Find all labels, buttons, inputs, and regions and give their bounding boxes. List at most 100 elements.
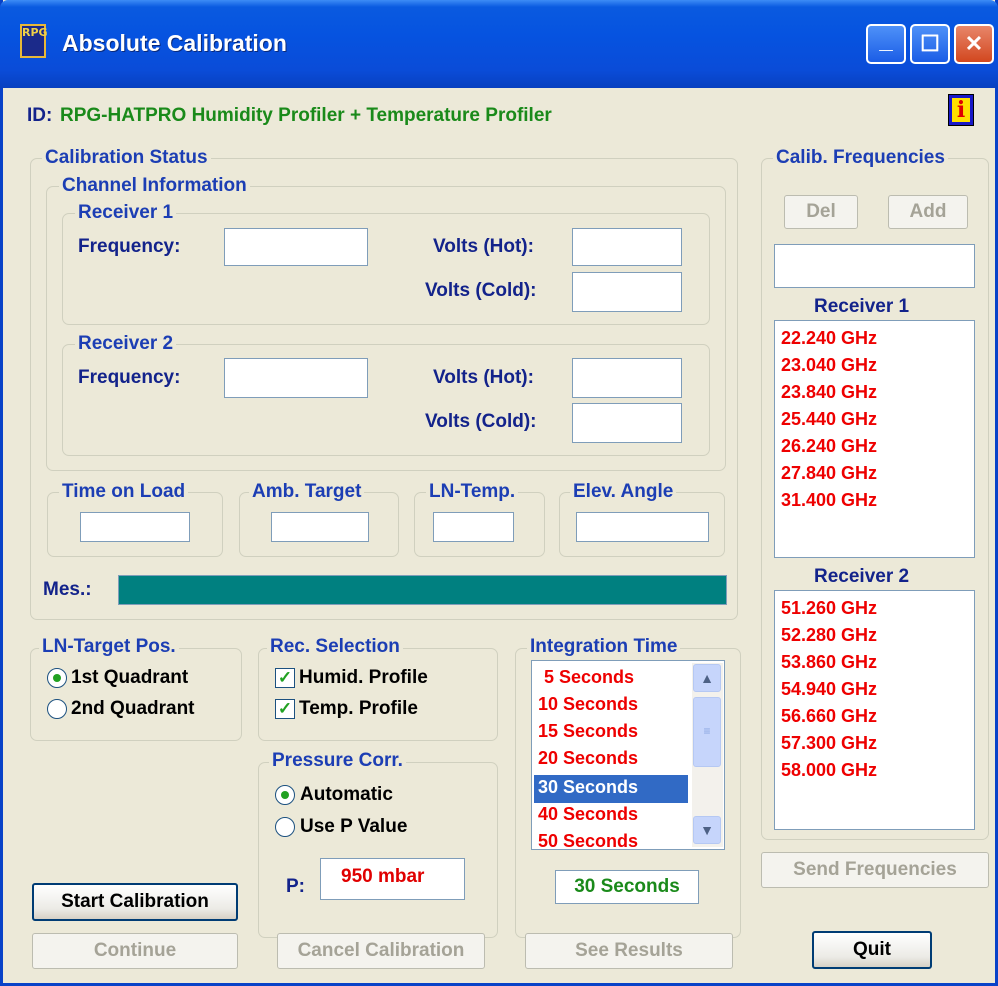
checkbox-temp-profile[interactable]: ✓ bbox=[275, 699, 295, 719]
receiver2-title: Receiver 2 bbox=[75, 333, 177, 355]
frequency-item[interactable]: 51.260 GHz bbox=[781, 598, 877, 619]
checkbox-humid-profile[interactable]: ✓ bbox=[275, 668, 295, 688]
frequency-item[interactable]: 58.000 GHz bbox=[781, 760, 877, 781]
minimize-icon: _ bbox=[879, 27, 893, 54]
channel-information-title: Channel Information bbox=[59, 175, 250, 197]
minimize-button[interactable]: _ bbox=[866, 24, 906, 64]
absolute-calibration-window: RPG Absolute Calibration _ ☐ ✕ ID: RPG-H… bbox=[0, 0, 998, 986]
rec-selection-title: Rec. Selection bbox=[267, 636, 403, 658]
mes-progress-bar bbox=[118, 575, 727, 605]
receiver2-volts-cold-field[interactable] bbox=[572, 403, 682, 443]
radio-automatic[interactable] bbox=[275, 785, 295, 805]
frequency-item[interactable]: 27.840 GHz bbox=[781, 463, 877, 484]
integration-time-list[interactable]: 5 Seconds 10 Seconds 15 Seconds 20 Secon… bbox=[531, 660, 725, 850]
integration-item[interactable]: 10 Seconds bbox=[538, 694, 638, 715]
elev-angle-title: Elev. Angle bbox=[570, 481, 677, 503]
frequency-item[interactable]: 52.280 GHz bbox=[781, 625, 877, 646]
ln-target-pos-title: LN-Target Pos. bbox=[39, 636, 179, 658]
receiver1-title: Receiver 1 bbox=[75, 202, 177, 224]
radio-use-p-value-label[interactable]: Use P Value bbox=[300, 816, 407, 838]
receiver2-frequency-list[interactable]: 51.260 GHz 52.280 GHz 53.860 GHz 54.940 … bbox=[774, 590, 975, 830]
integration-item[interactable]: 40 Seconds bbox=[538, 804, 638, 825]
scroll-thumb[interactable]: ≡ bbox=[693, 697, 721, 767]
ln-temp-title: LN-Temp. bbox=[426, 481, 519, 503]
grip-icon: ≡ bbox=[703, 724, 711, 738]
p-value-field[interactable]: 950 mbar bbox=[320, 858, 465, 900]
receiver1-volts-hot-field[interactable] bbox=[572, 228, 682, 266]
frequency-item[interactable]: 53.860 GHz bbox=[781, 652, 877, 673]
integration-time-title: Integration Time bbox=[527, 636, 681, 658]
radio-1st-quadrant-label[interactable]: 1st Quadrant bbox=[71, 667, 188, 689]
add-button[interactable]: Add bbox=[888, 195, 968, 229]
frequency-item[interactable]: 54.940 GHz bbox=[781, 679, 877, 700]
integration-item-selected-label[interactable]: 30 Seconds bbox=[538, 777, 638, 798]
receiver2-volts-cold-label: Volts (Cold): bbox=[425, 411, 537, 432]
receiver2-volts-hot-label: Volts (Hot): bbox=[433, 367, 534, 388]
amb-target-title: Amb. Target bbox=[249, 481, 365, 503]
frequency-item[interactable]: 57.300 GHz bbox=[781, 733, 877, 754]
send-frequencies-button[interactable]: Send Frequencies bbox=[761, 852, 989, 888]
close-button[interactable]: ✕ bbox=[954, 24, 994, 64]
integration-scrollbar[interactable]: ▲ ≡ ▼ bbox=[692, 663, 723, 847]
scroll-up-button[interactable]: ▲ bbox=[693, 664, 721, 692]
receiver1-volts-cold-field[interactable] bbox=[572, 272, 682, 312]
frequency-item[interactable]: 23.840 GHz bbox=[781, 382, 877, 403]
pressure-corr-title: Pressure Corr. bbox=[269, 750, 406, 772]
frequency-item[interactable]: 56.660 GHz bbox=[781, 706, 877, 727]
cancel-calibration-button[interactable]: Cancel Calibration bbox=[277, 933, 485, 969]
time-on-load-title: Time on Load bbox=[59, 481, 189, 503]
frequency-item[interactable]: 25.440 GHz bbox=[781, 409, 877, 430]
del-button[interactable]: Del bbox=[784, 195, 858, 229]
elev-angle-field[interactable] bbox=[576, 512, 709, 542]
rpg-app-icon: RPG bbox=[20, 24, 48, 58]
ln-target-pos-group bbox=[30, 648, 242, 741]
radio-2nd-quadrant[interactable] bbox=[47, 699, 67, 719]
radio-1st-quadrant[interactable] bbox=[47, 668, 67, 688]
integration-item[interactable]: 5 Seconds bbox=[544, 667, 634, 688]
radio-selected-dot bbox=[281, 791, 289, 799]
time-on-load-field[interactable] bbox=[80, 512, 190, 542]
amb-target-field[interactable] bbox=[271, 512, 369, 542]
maximize-button[interactable]: ☐ bbox=[910, 24, 950, 64]
receiver1-frequency-label: Frequency: bbox=[78, 236, 181, 257]
mes-label: Mes.: bbox=[43, 579, 92, 600]
frequency-item[interactable]: 26.240 GHz bbox=[781, 436, 877, 457]
continue-button[interactable]: Continue bbox=[32, 933, 238, 969]
frequency-item[interactable]: 23.040 GHz bbox=[781, 355, 877, 376]
receiver1-frequency-list[interactable]: 22.240 GHz 23.040 GHz 23.840 GHz 25.440 … bbox=[774, 320, 975, 558]
integration-item[interactable]: 50 Seconds bbox=[538, 831, 638, 849]
info-button[interactable]: i bbox=[948, 94, 974, 126]
receiver1-volts-hot-label: Volts (Hot): bbox=[433, 236, 534, 257]
close-icon: ✕ bbox=[964, 31, 984, 56]
radio-2nd-quadrant-label[interactable]: 2nd Quadrant bbox=[71, 698, 195, 720]
maximize-icon: ☐ bbox=[920, 31, 940, 56]
info-icon: i bbox=[952, 98, 970, 122]
quit-button[interactable]: Quit bbox=[812, 931, 932, 969]
see-results-button[interactable]: See Results bbox=[525, 933, 733, 969]
integration-item[interactable]: 20 Seconds bbox=[538, 748, 638, 769]
chevron-up-icon: ▲ bbox=[700, 670, 714, 686]
scroll-down-button[interactable]: ▼ bbox=[693, 816, 721, 844]
checkbox-humid-profile-label[interactable]: Humid. Profile bbox=[299, 667, 428, 689]
radio-use-p-value[interactable] bbox=[275, 817, 295, 837]
title-bar[interactable]: RPG Absolute Calibration _ ☐ ✕ bbox=[0, 0, 998, 88]
receiver2-list-label: Receiver 2 bbox=[814, 566, 910, 587]
p-label: P: bbox=[286, 876, 305, 897]
receiver2-frequency-field[interactable] bbox=[224, 358, 368, 398]
id-label: ID: bbox=[27, 105, 53, 126]
frequency-item[interactable]: 22.240 GHz bbox=[781, 328, 877, 349]
integration-item[interactable]: 15 Seconds bbox=[538, 721, 638, 742]
ln-temp-field[interactable] bbox=[433, 512, 514, 542]
frequency-item[interactable]: 31.400 GHz bbox=[781, 490, 877, 511]
rec-selection-group bbox=[258, 648, 498, 741]
receiver1-frequency-field[interactable] bbox=[224, 228, 368, 266]
calibration-status-title: Calibration Status bbox=[42, 147, 211, 169]
checkmark-icon: ✓ bbox=[277, 668, 293, 687]
radio-automatic-label[interactable]: Automatic bbox=[300, 784, 393, 806]
checkbox-temp-profile-label[interactable]: Temp. Profile bbox=[299, 698, 418, 720]
frequency-entry-field[interactable] bbox=[774, 244, 975, 288]
calib-frequencies-title: Calib. Frequencies bbox=[773, 147, 948, 169]
start-calibration-button[interactable]: Start Calibration bbox=[32, 883, 238, 921]
receiver2-volts-hot-field[interactable] bbox=[572, 358, 682, 398]
radio-selected-dot bbox=[53, 674, 61, 682]
